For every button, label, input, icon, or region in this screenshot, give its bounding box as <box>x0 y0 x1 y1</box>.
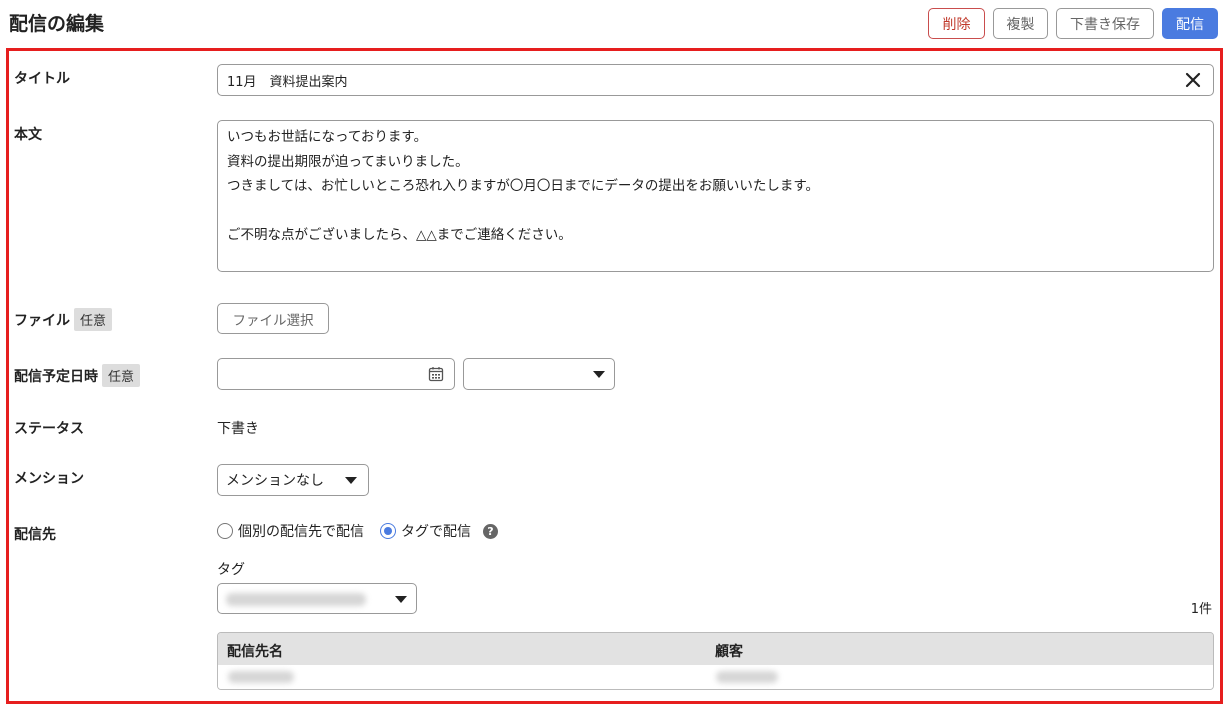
clear-icon[interactable] <box>1183 70 1203 90</box>
file-select-button[interactable]: ファイル選択 <box>217 303 329 334</box>
chevron-down-icon <box>593 371 605 378</box>
help-icon[interactable]: ? <box>483 523 498 539</box>
tag-label: タグ <box>217 562 245 578</box>
date-input[interactable] <box>217 358 455 390</box>
body-textarea[interactable]: いつもお世話になっております。 資料の提出期限が迫ってまいりました。 つきまして… <box>217 120 1214 272</box>
destination-radio-group: 個別の配信先で配信 タグで配信 ? <box>217 521 498 541</box>
file-label: ファイル 任意 <box>14 308 113 331</box>
delete-button[interactable]: 削除 <box>928 8 985 39</box>
redacted-name-cell <box>228 671 294 683</box>
file-label-text: ファイル <box>14 312 70 329</box>
column-header-name: 配信先名 <box>227 644 283 660</box>
save-draft-button[interactable]: 下書き保存 <box>1056 8 1154 39</box>
table-header: 配信先名 顧客 <box>218 633 1213 665</box>
result-count: 1件 <box>1190 602 1212 617</box>
title-input-value: 11月 資料提出案内 <box>227 74 348 90</box>
mention-select-value: メンションなし <box>226 473 324 489</box>
status-label: ステータス <box>14 421 84 437</box>
redacted-customer-cell <box>716 671 778 683</box>
body-label: 本文 <box>14 127 42 143</box>
optional-badge: 任意 <box>74 308 113 331</box>
redacted-tag-value <box>226 593 366 606</box>
send-button[interactable]: 配信 <box>1162 8 1218 39</box>
schedule-label-text: 配信予定日時 <box>14 368 98 385</box>
mention-label: メンション <box>14 471 84 487</box>
title-label: タイトル <box>14 71 70 87</box>
copy-button[interactable]: 複製 <box>993 8 1048 39</box>
chevron-down-icon <box>395 596 407 603</box>
radio-individual-label[interactable]: 個別の配信先で配信 <box>238 521 364 541</box>
table-row[interactable] <box>218 665 1213 689</box>
chevron-down-icon <box>345 477 357 484</box>
optional-badge: 任意 <box>102 364 141 387</box>
tag-select[interactable] <box>217 583 417 614</box>
schedule-label: 配信予定日時 任意 <box>14 364 141 387</box>
page-title: 配信の編集 <box>9 13 105 35</box>
title-input[interactable]: 11月 資料提出案内 <box>217 64 1214 96</box>
radio-individual[interactable] <box>217 523 233 539</box>
mention-select[interactable]: メンションなし <box>217 464 369 496</box>
radio-tag[interactable] <box>380 523 396 539</box>
status-value: 下書き <box>217 421 259 437</box>
radio-tag-label[interactable]: タグで配信 <box>401 521 471 541</box>
time-select[interactable] <box>463 358 615 390</box>
column-header-customer: 顧客 <box>715 644 743 660</box>
destination-label: 配信先 <box>14 527 56 543</box>
calendar-icon[interactable] <box>428 366 444 382</box>
destination-table: 配信先名 顧客 <box>217 632 1214 690</box>
